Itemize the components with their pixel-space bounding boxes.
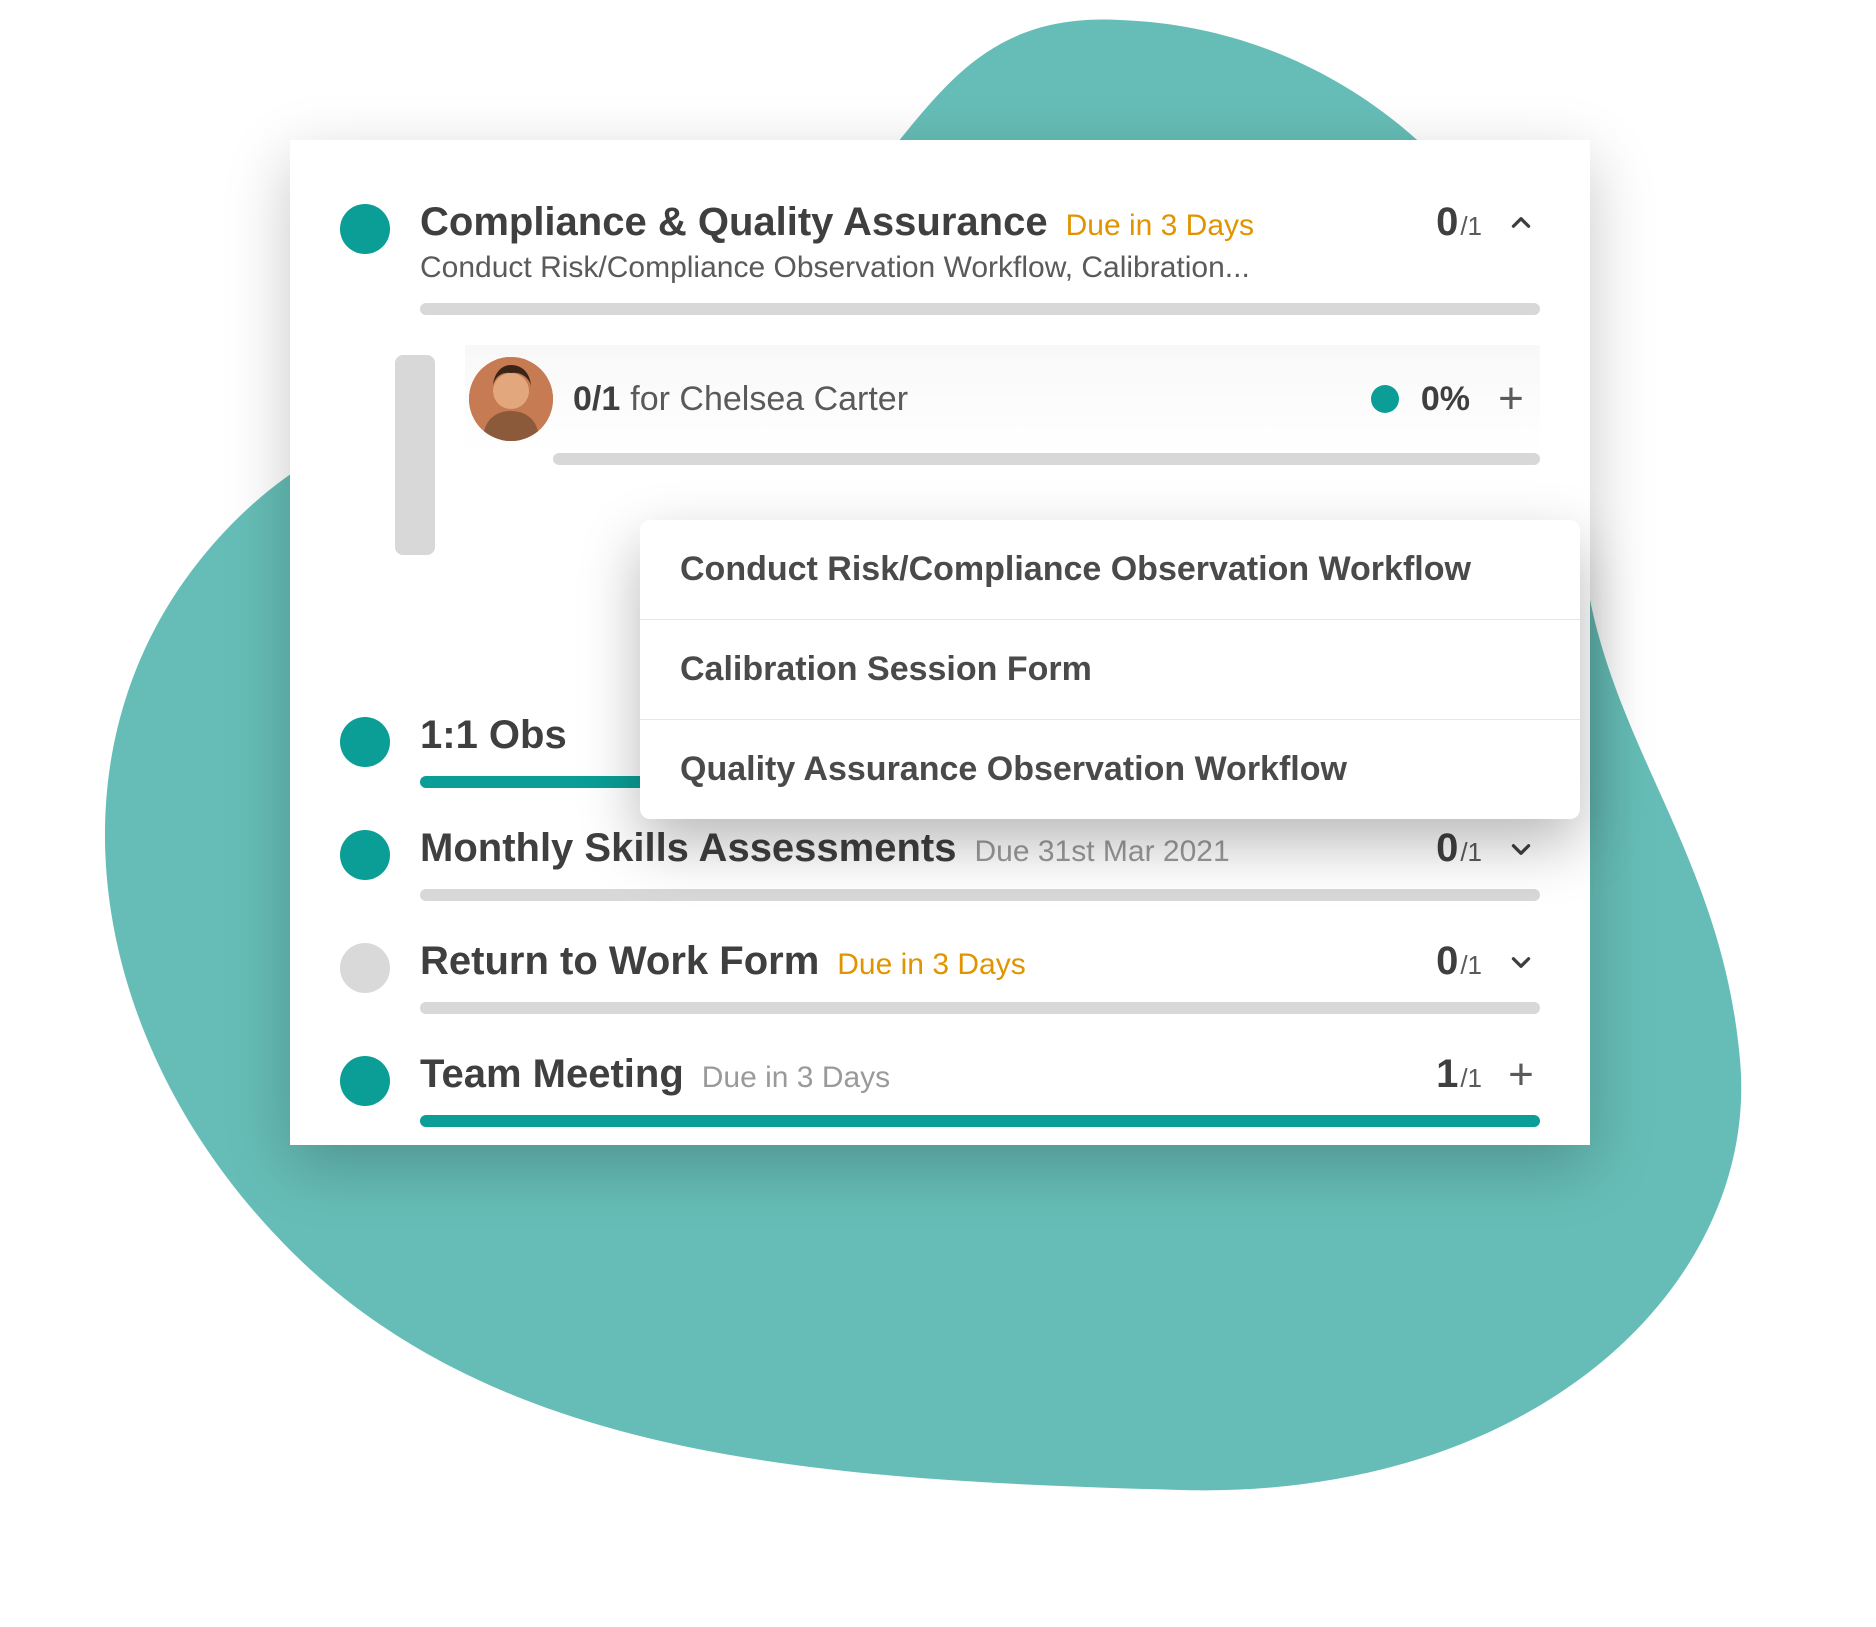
- item-body: Return to Work Form Due in 3 Days 0/1: [420, 939, 1540, 1014]
- person-right: 0% +: [1371, 377, 1530, 421]
- count: 0/1: [1436, 826, 1482, 871]
- chevron-down-icon[interactable]: [1502, 830, 1540, 868]
- person-count: 0/1: [573, 380, 620, 419]
- count-num: 0: [1436, 939, 1458, 984]
- count-num: 1: [1436, 1052, 1458, 1097]
- progress-bar: [420, 1002, 1540, 1014]
- popover-item-conduct-risk[interactable]: Conduct Risk/Compliance Observation Work…: [640, 520, 1580, 619]
- count-num: 0: [1436, 200, 1458, 245]
- item-header: Monthly Skills Assessments Due 31st Mar …: [340, 826, 1540, 901]
- item-title: Team Meeting: [420, 1052, 684, 1097]
- count-den: /1: [1460, 1063, 1482, 1094]
- status-dot-icon: [1371, 385, 1399, 413]
- status-dot-icon: [340, 204, 390, 254]
- item-body: Compliance & Quality Assurance Due in 3 …: [420, 200, 1540, 315]
- count-group: 0/1: [1436, 200, 1540, 245]
- count-num: 0: [1436, 826, 1458, 871]
- count: 1/1: [1436, 1052, 1482, 1097]
- item-title: 1:1 Obs: [420, 713, 567, 758]
- add-button[interactable]: +: [1492, 377, 1530, 421]
- count: 0/1: [1436, 939, 1482, 984]
- status-dot-icon: [340, 1056, 390, 1106]
- count: 0/1: [1436, 200, 1482, 245]
- item-title: Monthly Skills Assessments: [420, 826, 956, 871]
- item-body: Team Meeting Due in 3 Days 1/1 +: [420, 1052, 1540, 1127]
- workflow-popover: Conduct Risk/Compliance Observation Work…: [640, 520, 1580, 819]
- item-title: Compliance & Quality Assurance: [420, 200, 1048, 245]
- add-button[interactable]: +: [1502, 1053, 1540, 1097]
- item-subtitle: Conduct Risk/Compliance Observation Work…: [420, 251, 1540, 285]
- chevron-up-icon[interactable]: [1502, 204, 1540, 242]
- status-dot-icon: [340, 717, 390, 767]
- item-body: Monthly Skills Assessments Due 31st Mar …: [420, 826, 1540, 901]
- popover-item-qa[interactable]: Quality Assurance Observation Workflow: [640, 719, 1580, 819]
- count-den: /1: [1460, 211, 1482, 242]
- title-row: Compliance & Quality Assurance Due in 3 …: [420, 200, 1540, 245]
- progress-bar: [420, 889, 1540, 901]
- item-header: Compliance & Quality Assurance Due in 3 …: [340, 200, 1540, 315]
- title-row: Team Meeting Due in 3 Days 1/1 +: [420, 1052, 1540, 1097]
- count-group: 0/1: [1436, 939, 1540, 984]
- person-for: for Chelsea Carter: [630, 380, 908, 419]
- progress-bar: [420, 1115, 1540, 1127]
- count-den: /1: [1460, 837, 1482, 868]
- due-label: Due 31st Mar 2021: [974, 835, 1229, 869]
- item-header: Team Meeting Due in 3 Days 1/1 +: [340, 1052, 1540, 1127]
- status-dot-icon: [340, 943, 390, 993]
- count-group: 0/1: [1436, 826, 1540, 871]
- scroll-handle[interactable]: [395, 355, 435, 555]
- count-den: /1: [1460, 950, 1482, 981]
- activity-item-compliance[interactable]: Compliance & Quality Assurance Due in 3 …: [340, 170, 1540, 563]
- count-group: 1/1 +: [1436, 1052, 1540, 1097]
- person-text: 0/1 for Chelsea Carter: [573, 380, 908, 419]
- percent-label: 0%: [1421, 380, 1470, 419]
- status-dot-icon: [340, 830, 390, 880]
- activity-item-return[interactable]: Return to Work Form Due in 3 Days 0/1: [340, 909, 1540, 1022]
- progress-bar: [553, 453, 1540, 465]
- title-row: Return to Work Form Due in 3 Days 0/1: [420, 939, 1540, 984]
- item-title: Return to Work Form: [420, 939, 819, 984]
- person-row[interactable]: 0/1 for Chelsea Carter 0% +: [465, 345, 1540, 465]
- chevron-down-icon[interactable]: [1502, 943, 1540, 981]
- progress-fill: [420, 1115, 1540, 1127]
- due-label: Due in 3 Days: [837, 948, 1025, 982]
- title-row: Monthly Skills Assessments Due 31st Mar …: [420, 826, 1540, 871]
- popover-item-calibration[interactable]: Calibration Session Form: [640, 619, 1580, 719]
- activity-item-team[interactable]: Team Meeting Due in 3 Days 1/1 +: [340, 1022, 1540, 1135]
- progress-bar: [420, 303, 1540, 315]
- person-bar: 0/1 for Chelsea Carter 0% +: [465, 345, 1540, 453]
- avatar: [469, 357, 553, 441]
- item-header: Return to Work Form Due in 3 Days 0/1: [340, 939, 1540, 1014]
- due-label: Due in 3 Days: [1066, 209, 1254, 243]
- due-label: Due in 3 Days: [702, 1061, 890, 1095]
